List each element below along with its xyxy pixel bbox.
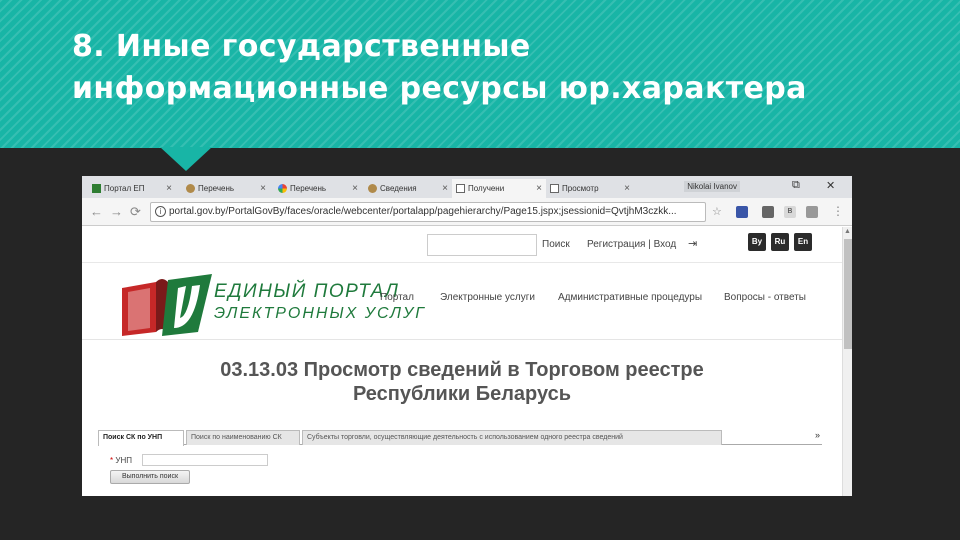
header-notch bbox=[160, 147, 212, 171]
url-input[interactable]: i portal.gov.by/PortalGovBy/faces/oracle… bbox=[150, 202, 706, 222]
browser-tab-1[interactable]: Портал ЕП × bbox=[88, 179, 176, 198]
google-icon bbox=[278, 184, 287, 193]
scroll-up-icon[interactable]: ▲ bbox=[844, 228, 851, 235]
close-icon[interactable]: × bbox=[536, 183, 542, 194]
menu-faq[interactable]: Вопросы - ответы bbox=[724, 292, 806, 303]
tab-search-by-name[interactable]: Поиск по наименованию СК bbox=[186, 430, 300, 445]
unp-label-text: УНП bbox=[115, 456, 132, 465]
close-icon[interactable]: × bbox=[352, 183, 358, 194]
url-text: portal.gov.by/PortalGovBy/faces/oracle/w… bbox=[169, 206, 677, 217]
extension-b-icon[interactable]: B bbox=[784, 206, 796, 218]
browser-tab-3[interactable]: Перечень × bbox=[274, 179, 362, 198]
menu-portal[interactable]: Портал bbox=[380, 292, 414, 303]
menu-e-services[interactable]: Электронные услуги bbox=[440, 292, 535, 303]
service-content: 03.13.03 Просмотр сведений в Торговом ре… bbox=[82, 340, 842, 496]
close-icon[interactable]: × bbox=[260, 183, 266, 194]
browser-tab-6[interactable]: Просмотр × bbox=[546, 179, 634, 198]
more-tabs-icon[interactable]: » bbox=[815, 430, 820, 440]
document-icon bbox=[456, 184, 465, 193]
browser-tab-2[interactable]: Перечень × bbox=[182, 179, 270, 198]
required-mark: * bbox=[110, 456, 114, 465]
slide-title: 8. Иные государственные информационные р… bbox=[72, 26, 932, 110]
slide-title-line2: информационные ресурсы юр.характера bbox=[72, 71, 807, 106]
browser-tab-5-active[interactable]: Получени × bbox=[452, 179, 546, 198]
extension-translate-icon[interactable] bbox=[736, 206, 748, 218]
scroll-thumb[interactable] bbox=[844, 239, 852, 349]
portal-emblem-icon[interactable] bbox=[118, 274, 214, 338]
lang-by-button[interactable]: By bbox=[748, 233, 766, 251]
forward-arrow-icon[interactable]: → bbox=[110, 204, 123, 219]
restore-window-icon[interactable]: ⧉ bbox=[792, 179, 800, 192]
browser-tab-label: Получени bbox=[468, 184, 505, 193]
browser-tab-label: Перечень bbox=[198, 184, 235, 193]
browser-tab-label: Просмотр bbox=[562, 184, 599, 193]
service-title-line2: Республики Беларусь bbox=[352, 383, 572, 405]
logo-line2: ЭЛЕКТРОННЫХ УСЛУГ bbox=[214, 305, 426, 322]
browser-tab-label: Портал ЕП bbox=[104, 184, 145, 193]
page-scrollbar[interactable]: ▲ bbox=[842, 227, 852, 496]
close-icon[interactable]: × bbox=[442, 183, 448, 194]
unp-label: * УНП bbox=[110, 456, 132, 465]
brown-globe-icon bbox=[186, 184, 195, 193]
portal-topbar: Поиск Регистрация | Вход ⇥ By Ru En bbox=[82, 227, 842, 263]
info-icon[interactable]: i bbox=[155, 206, 166, 217]
back-arrow-icon[interactable]: ← bbox=[90, 204, 103, 219]
portal-logo-icon bbox=[92, 184, 101, 193]
run-search-button[interactable]: Выполнить поиск bbox=[110, 470, 190, 484]
extension-puzzle-icon[interactable] bbox=[806, 206, 818, 218]
browser-tabbar: Портал ЕП × Перечень × Перечень × Сведен… bbox=[82, 176, 852, 198]
browser-addressbar: ← → ⟳ i portal.gov.by/PortalGovBy/faces/… bbox=[82, 198, 852, 226]
reload-icon[interactable]: ⟳ bbox=[130, 204, 141, 220]
star-icon[interactable]: ☆ bbox=[712, 205, 722, 218]
portal-logo-text[interactable]: ЕДИНЫЙ ПОРТАЛ ЭЛЕКТРОННЫХ УСЛУГ bbox=[214, 281, 426, 325]
slide-title-line1: 8. Иные государственные bbox=[72, 29, 531, 64]
close-window-icon[interactable]: ✕ bbox=[826, 179, 835, 192]
service-title: 03.13.03 Просмотр сведений в Торговом ре… bbox=[142, 358, 782, 406]
unp-input[interactable] bbox=[142, 454, 268, 466]
form-tabs: Поиск СК по УНП Поиск по наименованию СК… bbox=[98, 430, 822, 446]
register-login-link[interactable]: Регистрация | Вход bbox=[587, 239, 676, 250]
close-icon[interactable]: × bbox=[166, 183, 172, 194]
lang-en-button[interactable]: En bbox=[794, 233, 812, 251]
login-icon[interactable]: ⇥ bbox=[688, 237, 697, 250]
browser-tab-label: Перечень bbox=[290, 184, 327, 193]
tab-search-by-unp[interactable]: Поиск СК по УНП bbox=[98, 430, 184, 446]
portal-header: ЕДИНЫЙ ПОРТАЛ ЭЛЕКТРОННЫХ УСЛУГ Портал Э… bbox=[82, 264, 842, 340]
browser-screenshot: Портал ЕП × Перечень × Перечень × Сведен… bbox=[82, 176, 852, 496]
brown-globe-icon bbox=[368, 184, 377, 193]
browser-tab-label: Сведения bbox=[380, 184, 417, 193]
portal-search-input[interactable] bbox=[427, 234, 537, 256]
service-title-line1: 03.13.03 Просмотр сведений в Торговом ре… bbox=[220, 359, 704, 381]
extension-shield-icon[interactable] bbox=[762, 206, 774, 218]
lang-ru-button[interactable]: Ru bbox=[771, 233, 789, 251]
menu-dots-icon[interactable]: ⋮ bbox=[832, 204, 844, 218]
browser-tab-4[interactable]: Сведения × bbox=[364, 179, 452, 198]
search-link[interactable]: Поиск bbox=[542, 239, 570, 250]
menu-admin-procedures[interactable]: Административные процедуры bbox=[558, 292, 702, 303]
close-icon[interactable]: × bbox=[624, 183, 630, 194]
document-icon bbox=[550, 184, 559, 193]
browser-user-name[interactable]: Nikolai Ivanov bbox=[684, 181, 740, 192]
tab-trade-subjects[interactable]: Субъекты торговли, осуществляющие деятел… bbox=[302, 430, 722, 445]
